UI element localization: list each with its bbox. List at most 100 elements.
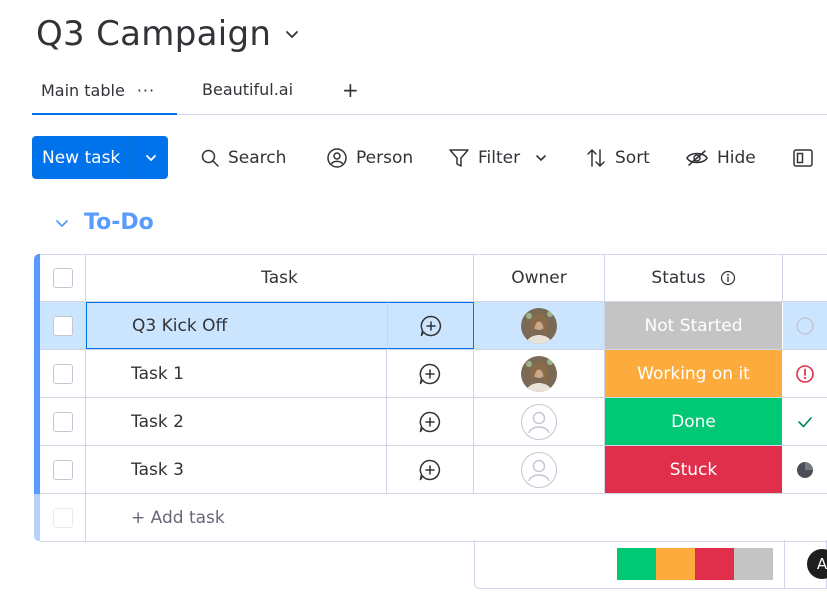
- chevron-down-icon[interactable]: [283, 25, 301, 43]
- summary-avatar-letter: A: [816, 555, 827, 573]
- table-row[interactable]: Task 1 Working on it: [40, 350, 827, 398]
- task-name-cell[interactable]: Task 2: [86, 398, 387, 445]
- column-header-owner[interactable]: Owner: [474, 255, 605, 301]
- person-label: Person: [356, 147, 414, 168]
- owner-cell[interactable]: [474, 350, 605, 397]
- chevron-down-icon: [536, 154, 546, 161]
- search-icon: [201, 149, 219, 167]
- task-name: Q3 Kick Off: [132, 315, 228, 336]
- extra-cell: [783, 302, 827, 349]
- sort-button[interactable]: Sort: [585, 136, 650, 179]
- column-header-extra: [783, 255, 827, 301]
- summary-row: A: [474, 540, 827, 589]
- row-select-cell: [40, 446, 86, 493]
- select-all-checkbox[interactable]: [52, 268, 73, 288]
- sort-label: Sort: [615, 147, 650, 168]
- task-name-cell[interactable]: Task 3: [86, 446, 387, 493]
- hide-button[interactable]: Hide: [685, 136, 756, 179]
- group-by-button[interactable]: [792, 136, 822, 179]
- status-cell[interactable]: Done: [605, 398, 783, 445]
- checkmark-icon: [798, 416, 812, 427]
- column-header-status[interactable]: Status: [605, 255, 783, 301]
- info-icon[interactable]: [720, 270, 736, 286]
- circle-outline-icon: [796, 316, 814, 335]
- group-header[interactable]: To-Do: [54, 210, 154, 235]
- extra-cell: [783, 350, 827, 397]
- board-toolbar: New task Search Person Filter Sort Hide: [32, 136, 827, 179]
- add-row-checkbox: [52, 507, 73, 528]
- status-distribution-bar[interactable]: [617, 548, 773, 580]
- column-header-owner-label: Owner: [511, 268, 567, 288]
- board-title[interactable]: Q3 Campaign: [36, 14, 301, 54]
- table-row[interactable]: Q3 Kick Off Not Started: [40, 302, 827, 350]
- row-select-cell: [40, 398, 86, 445]
- add-update-button[interactable]: [387, 350, 474, 397]
- status-cell[interactable]: Stuck: [605, 446, 783, 493]
- column-header-task[interactable]: Task: [86, 255, 474, 301]
- add-task-row: + Add task: [40, 494, 827, 542]
- filter-button[interactable]: Filter: [448, 136, 556, 179]
- add-update-button[interactable]: [387, 398, 474, 445]
- row-select-cell: [40, 302, 86, 349]
- tab-main-table-label: Main table: [41, 81, 125, 100]
- task-name: Task 3: [131, 459, 184, 480]
- row-checkbox[interactable]: [52, 459, 73, 480]
- owner-cell[interactable]: [474, 398, 605, 445]
- owner-cell[interactable]: [474, 446, 605, 493]
- row-checkbox[interactable]: [52, 411, 73, 432]
- column-header-task-label: Task: [261, 268, 298, 288]
- summary-divider: [784, 540, 785, 588]
- board-title-text: Q3 Campaign: [36, 14, 272, 54]
- distribution-segment-stuck: [695, 548, 734, 580]
- add-row-check-cell: [40, 494, 86, 541]
- tab-beautiful-ai[interactable]: Beautiful.ai: [202, 80, 293, 99]
- add-task-button[interactable]: + Add task: [86, 494, 827, 541]
- add-comment-icon: [419, 459, 441, 480]
- task-name-cell[interactable]: Q3 Kick Off: [86, 302, 387, 349]
- add-view-button[interactable]: +: [342, 78, 359, 102]
- alert-circle-icon: [796, 364, 814, 383]
- status-cell[interactable]: Working on it: [605, 350, 783, 397]
- status-label: Working on it: [637, 363, 750, 384]
- more-options-icon[interactable]: ···: [137, 81, 155, 100]
- pie-progress-icon: [797, 461, 813, 478]
- table-row[interactable]: Task 2 Done: [40, 398, 827, 446]
- status-cell[interactable]: Not Started: [605, 302, 783, 349]
- distribution-segment-done: [617, 548, 656, 580]
- distribution-segment-working: [656, 548, 695, 580]
- task-name-cell[interactable]: Task 1: [86, 350, 387, 397]
- filter-label: Filter: [478, 147, 521, 168]
- search-label: Search: [228, 147, 287, 168]
- new-task-button-group: New task: [32, 136, 168, 179]
- row-checkbox[interactable]: [52, 363, 73, 384]
- extra-cell: [783, 398, 827, 445]
- table-row[interactable]: Task 3 Stuck: [40, 446, 827, 494]
- add-update-button[interactable]: [387, 302, 474, 349]
- row-checkbox[interactable]: [52, 315, 73, 336]
- empty-avatar-icon: [521, 403, 557, 440]
- tab-beautiful-ai-label: Beautiful.ai: [202, 80, 294, 99]
- summary-avatar[interactable]: A: [807, 549, 827, 579]
- person-filter-button[interactable]: Person: [326, 136, 413, 179]
- new-task-dropdown[interactable]: [133, 136, 168, 179]
- status-label: Done: [671, 411, 716, 432]
- hide-label: Hide: [717, 147, 756, 168]
- chevron-down-icon[interactable]: [54, 215, 70, 231]
- task-name: Task 2: [131, 411, 184, 432]
- avatar: [521, 355, 557, 392]
- add-update-button[interactable]: [387, 446, 474, 493]
- group-title[interactable]: To-Do: [84, 210, 154, 235]
- status-label: Stuck: [669, 459, 718, 480]
- avatar: [521, 307, 557, 344]
- extra-cell: [783, 446, 827, 493]
- new-task-button[interactable]: New task: [32, 136, 132, 179]
- add-comment-icon: [419, 363, 441, 384]
- sort-icon: [587, 148, 605, 167]
- tab-main-table[interactable]: Main table ···: [32, 80, 177, 115]
- new-task-label: New task: [42, 147, 121, 168]
- search-button[interactable]: Search: [200, 136, 286, 179]
- plus-icon: +: [342, 78, 359, 102]
- owner-cell[interactable]: [474, 302, 605, 349]
- button-divider: [132, 136, 133, 179]
- empty-avatar-icon: [521, 451, 557, 488]
